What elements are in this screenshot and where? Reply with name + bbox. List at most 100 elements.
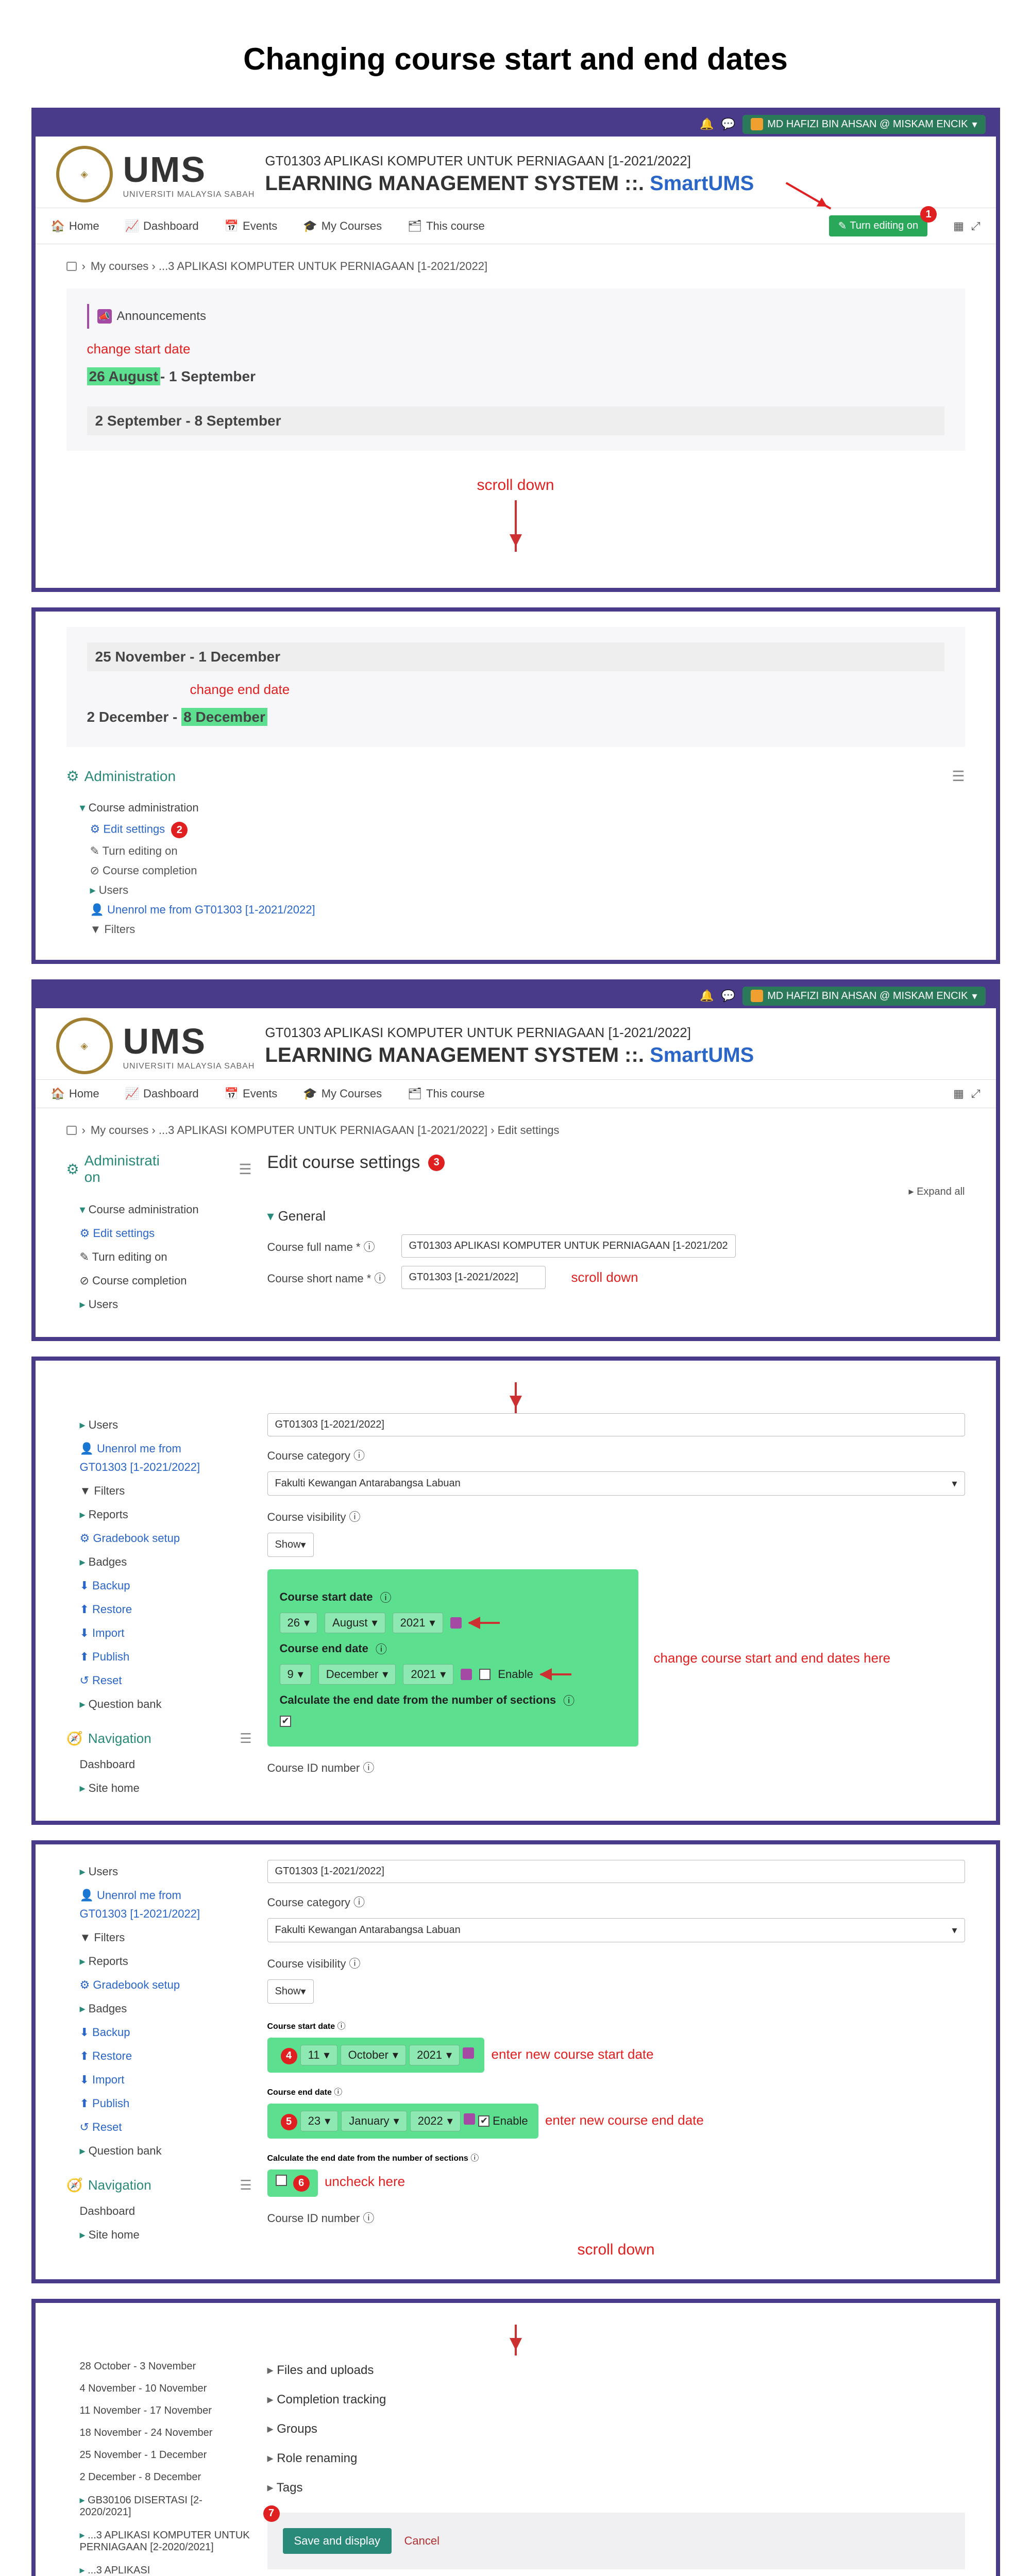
nav-thiscourse[interactable]: 🗂 This course [408,219,485,233]
nav-home[interactable]: 🏠 Home [51,219,99,233]
reset-link[interactable]: ↺ Reset [66,2115,252,2139]
calendar-icon[interactable] [463,2047,474,2059]
calc-checkbox[interactable] [276,2175,287,2186]
nav-dashboard-link[interactable]: Dashboard [66,1753,252,1776]
expand-all-link[interactable]: ▸ Expand all [267,1185,965,1198]
enable-checkbox[interactable] [479,1669,491,1680]
publish-link[interactable]: ⬆ Publish [66,2092,252,2115]
start-year[interactable]: 2021 ▾ [409,2045,460,2065]
backup-link[interactable]: ⬇ Backup [66,1574,252,1598]
turn-editing-link[interactable]: ✎ Turn editing on [66,841,965,861]
start-day[interactable]: 26 ▾ [280,1613,318,1633]
badges-link[interactable]: ▸ Badges [66,1550,252,1574]
nav-menu-icon[interactable]: ☰ [240,1731,251,1747]
qbank-link[interactable]: ▸ Question bank [66,1692,252,1716]
nav-events[interactable]: 📅 Events [225,219,278,233]
expand-icon[interactable]: ⤢ [971,1087,981,1100]
input-shortname[interactable]: GT01303 [1-2021/2022] [401,1266,546,1289]
input-fullname[interactable]: GT01303 APLIKASI KOMPUTER UNTUK PERNIAGA… [401,1234,736,1258]
section-files[interactable]: Files and uploads [267,2355,965,2385]
section-general[interactable]: ▾ General [267,1208,965,1224]
calendar-icon[interactable] [461,1669,472,1680]
turn-editing-button[interactable]: ✎ Turn editing on [829,215,927,236]
grid-icon[interactable]: ▦ [953,1087,964,1100]
calendar-icon[interactable] [450,1617,462,1629]
date-row-1[interactable]: 26 August- 1 September [87,362,944,391]
edit-settings-link[interactable]: ⚙ Edit settings 2 [66,819,965,841]
user-badge[interactable]: MD HAFIZI BIN AHSAN @ MISKAM ENCIK ▾ [742,987,985,1006]
reset-link[interactable]: ↺ Reset [66,1669,252,1692]
input-shortname-3[interactable]: GT01303 [1-2021/2022] [267,1860,965,1883]
input-shortname-2[interactable]: GT01303 [1-2021/2022] [267,1413,965,1436]
qbank-link[interactable]: ▸ Question bank [66,2139,252,2163]
nav-mycourses[interactable]: 🎓 My Courses [303,219,382,233]
course-completion-link[interactable]: ⊘ Course completion [66,1269,252,1293]
end-day[interactable]: 23 ▾ [300,2111,339,2131]
import-link[interactable]: ⬇ Import [66,1621,252,1645]
side-date[interactable]: 25 November - 1 December [66,2444,252,2466]
section-role[interactable]: Role renaming [267,2444,965,2473]
users-link[interactable]: ▸ Users [66,880,965,900]
nav-sitehome-link[interactable]: ▸ Site home [66,2223,252,2247]
filters-link[interactable]: ▼ Filters [66,1479,252,1503]
gradebook-link[interactable]: ⚙ Gradebook setup [66,1973,252,1997]
enable-checkbox[interactable] [478,2115,489,2127]
chat-icon[interactable]: 💬 [721,989,735,1003]
publish-link[interactable]: ⬆ Publish [66,1645,252,1669]
turn-editing-link[interactable]: ✎ Turn editing on [66,1245,252,1269]
restore-link[interactable]: ⬆ Restore [66,2044,252,2068]
select-visibility[interactable]: Show ▾ [267,1533,314,1557]
nav-menu-icon[interactable]: ☰ [240,2177,251,2193]
badges-link[interactable]: ▸ Badges [66,1997,252,2021]
cancel-button[interactable]: Cancel [404,2534,440,2547]
end-year[interactable]: 2022 ▾ [410,2111,461,2131]
admin-menu-icon[interactable]: ☰ [952,768,965,785]
nav-sitehome-link[interactable]: ▸ Site home [66,1776,252,1800]
unenrol-link[interactable]: 👤 Unenrol me from [66,1437,252,1461]
unenrol-link[interactable]: 👤 Unenrol me from [66,1884,252,1907]
end-month[interactable]: December ▾ [318,1664,396,1685]
restore-link[interactable]: ⬆ Restore [66,1598,252,1621]
users-link[interactable]: ▸ Users [66,1413,252,1437]
select-visibility[interactable]: Show ▾ [267,1979,314,2004]
side-date[interactable]: 11 November - 17 November [66,2400,252,2422]
nav-home[interactable]: 🏠 Home [51,1087,99,1100]
section-groups[interactable]: Groups [267,2414,965,2444]
users-link[interactable]: ▸ Users [66,1860,252,1884]
nav-dashboard-link[interactable]: Dashboard [66,2199,252,2223]
edit-settings-link[interactable]: ⚙ Edit settings [66,1222,252,1245]
start-month[interactable]: August ▾ [325,1613,385,1633]
date-row-4[interactable]: 2 December - 8 December [87,703,944,732]
expand-icon[interactable]: ⤢ [971,219,981,233]
course-admin-toggle[interactable]: ▾ Course administration [66,797,965,819]
select-category[interactable]: Fakulti Kewangan Antarabangsa Labuan▾ [267,1471,965,1496]
date-row-3[interactable]: 25 November - 1 December [87,642,944,671]
side-date[interactable]: 4 November - 10 November [66,2378,252,2400]
start-month[interactable]: October ▾ [341,2045,406,2065]
date-row-2[interactable]: 2 September - 8 September [87,406,944,435]
end-month[interactable]: January ▾ [341,2111,407,2131]
bell-icon[interactable]: 🔔 [700,989,714,1003]
calc-checkbox[interactable] [280,1716,291,1727]
users-link[interactable]: ▸ Users [66,1293,252,1316]
admin-menu-icon[interactable]: ☰ [239,1161,251,1178]
end-day[interactable]: 9 ▾ [280,1664,311,1685]
section-tracking[interactable]: Completion tracking [267,2385,965,2414]
filters-link[interactable]: ▼ Filters [66,920,965,939]
course-admin-toggle[interactable]: ▾ Course administration [66,1198,252,1222]
nav-mycourses[interactable]: 🎓 My Courses [303,1087,382,1100]
side-course[interactable]: ▸ GB30106 DISERTASI [2-2020/2021] [66,2488,252,2523]
unenrol-link[interactable]: 👤 Unenrol me from GT01303 [1-2021/2022] [66,900,965,920]
side-date[interactable]: 18 November - 24 November [66,2422,252,2444]
bell-icon[interactable]: 🔔 [700,117,714,131]
nav-dashboard[interactable]: 📈 Dashboard [125,219,199,233]
save-button[interactable]: Save and display [283,2528,392,2554]
nav-dashboard[interactable]: 📈 Dashboard [125,1087,199,1100]
chat-icon[interactable]: 💬 [721,117,735,131]
side-course[interactable]: ▸ ...3 APLIKASI [66,2558,252,2576]
import-link[interactable]: ⬇ Import [66,2068,252,2092]
side-date[interactable]: 28 October - 3 November [66,2355,252,2378]
gradebook-link[interactable]: ⚙ Gradebook setup [66,1527,252,1550]
select-category[interactable]: Fakulti Kewangan Antarabangsa Labuan▾ [267,1918,965,1942]
side-course[interactable]: ▸ ...3 APLIKASI KOMPUTER UNTUK PERNIAGAA… [66,2523,252,2558]
